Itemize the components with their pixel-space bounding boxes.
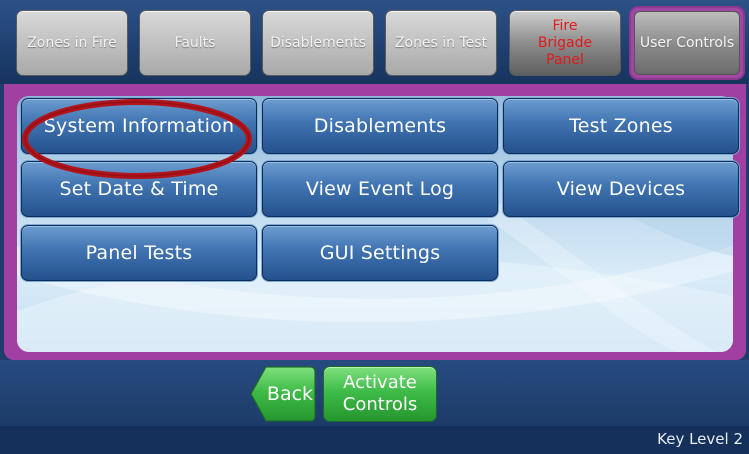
tab-label-line: Brigade [537, 34, 593, 51]
tab-label-line: Fire [552, 17, 578, 34]
tab-label: User Controls [639, 35, 735, 51]
button-label: Test Zones [569, 115, 673, 137]
highlight-circle [22, 99, 252, 179]
tab-label: Zones in Test [394, 35, 488, 51]
top-tab-bar: Zones in Fire Faults Disablements Zones … [0, 0, 749, 84]
activate-label-line: Activate [343, 372, 417, 393]
activate-label-line: Controls [342, 394, 418, 415]
activate-controls-button[interactable]: Activate Controls [323, 366, 437, 422]
tab-disablements[interactable]: Disablements [262, 10, 374, 76]
gui-settings-button[interactable]: GUI Settings [262, 225, 498, 281]
button-label: View Event Log [305, 178, 455, 200]
tab-zones-in-fire[interactable]: Zones in Fire [16, 10, 128, 76]
tab-label: Disablements [270, 35, 366, 51]
status-bar: Key Level 2 [0, 426, 749, 454]
button-label: Panel Tests [85, 242, 193, 264]
tab-zones-in-test[interactable]: Zones in Test [385, 10, 497, 76]
tab-fire-brigade-panel[interactable]: Fire Brigade Panel [509, 10, 621, 76]
tab-label-line: Panel [546, 51, 584, 68]
tab-label: Faults [174, 35, 216, 51]
view-devices-button[interactable]: View Devices [503, 161, 739, 217]
button-label: Disablements [313, 115, 447, 137]
tab-faults[interactable]: Faults [139, 10, 251, 76]
back-button-label: Back [266, 383, 314, 405]
panel-tests-button[interactable]: Panel Tests [21, 225, 257, 281]
back-button[interactable]: Back [250, 366, 316, 422]
disablements-button[interactable]: Disablements [262, 98, 498, 154]
view-event-log-button[interactable]: View Event Log [262, 161, 498, 217]
test-zones-button[interactable]: Test Zones [503, 98, 739, 154]
tab-user-controls[interactable]: User Controls [629, 6, 745, 80]
key-level-text: Key Level 2 [657, 430, 743, 448]
tab-user-controls-face: User Controls [634, 11, 740, 75]
tab-label: Zones in Fire [27, 35, 117, 51]
button-label: View Devices [556, 178, 686, 200]
button-label: GUI Settings [319, 242, 441, 264]
